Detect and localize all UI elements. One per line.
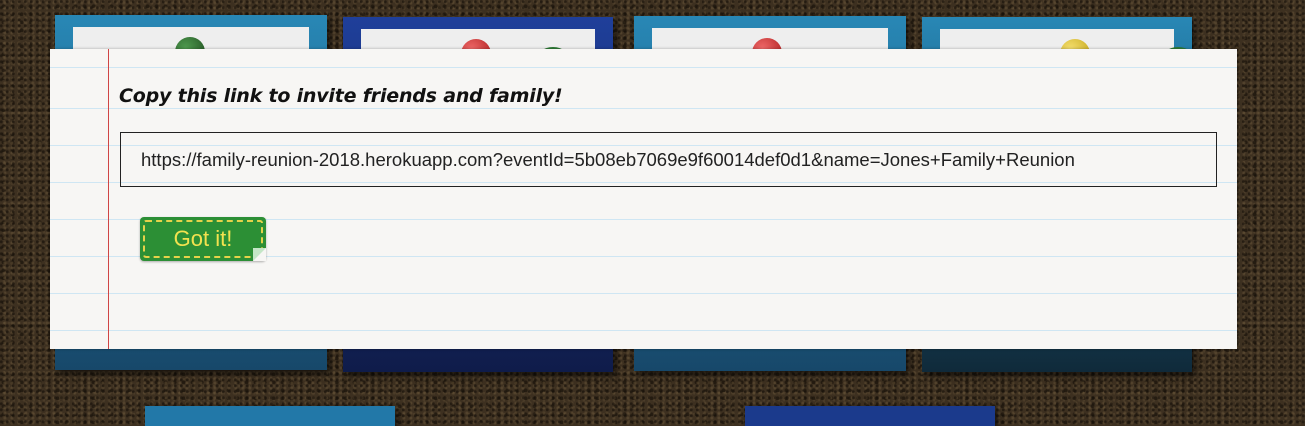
got-it-label: Got it!: [143, 220, 263, 258]
got-it-button[interactable]: Got it!: [140, 217, 266, 261]
invite-link-field[interactable]: [120, 132, 1217, 187]
event-card-6[interactable]: [745, 406, 995, 426]
notebook-margin-line: [108, 49, 109, 349]
invite-modal: Copy this link to invite friends and fam…: [50, 49, 1237, 349]
event-card-5[interactable]: [145, 406, 395, 426]
invite-heading: Copy this link to invite friends and fam…: [119, 85, 563, 107]
folded-corner-icon: [253, 248, 266, 261]
